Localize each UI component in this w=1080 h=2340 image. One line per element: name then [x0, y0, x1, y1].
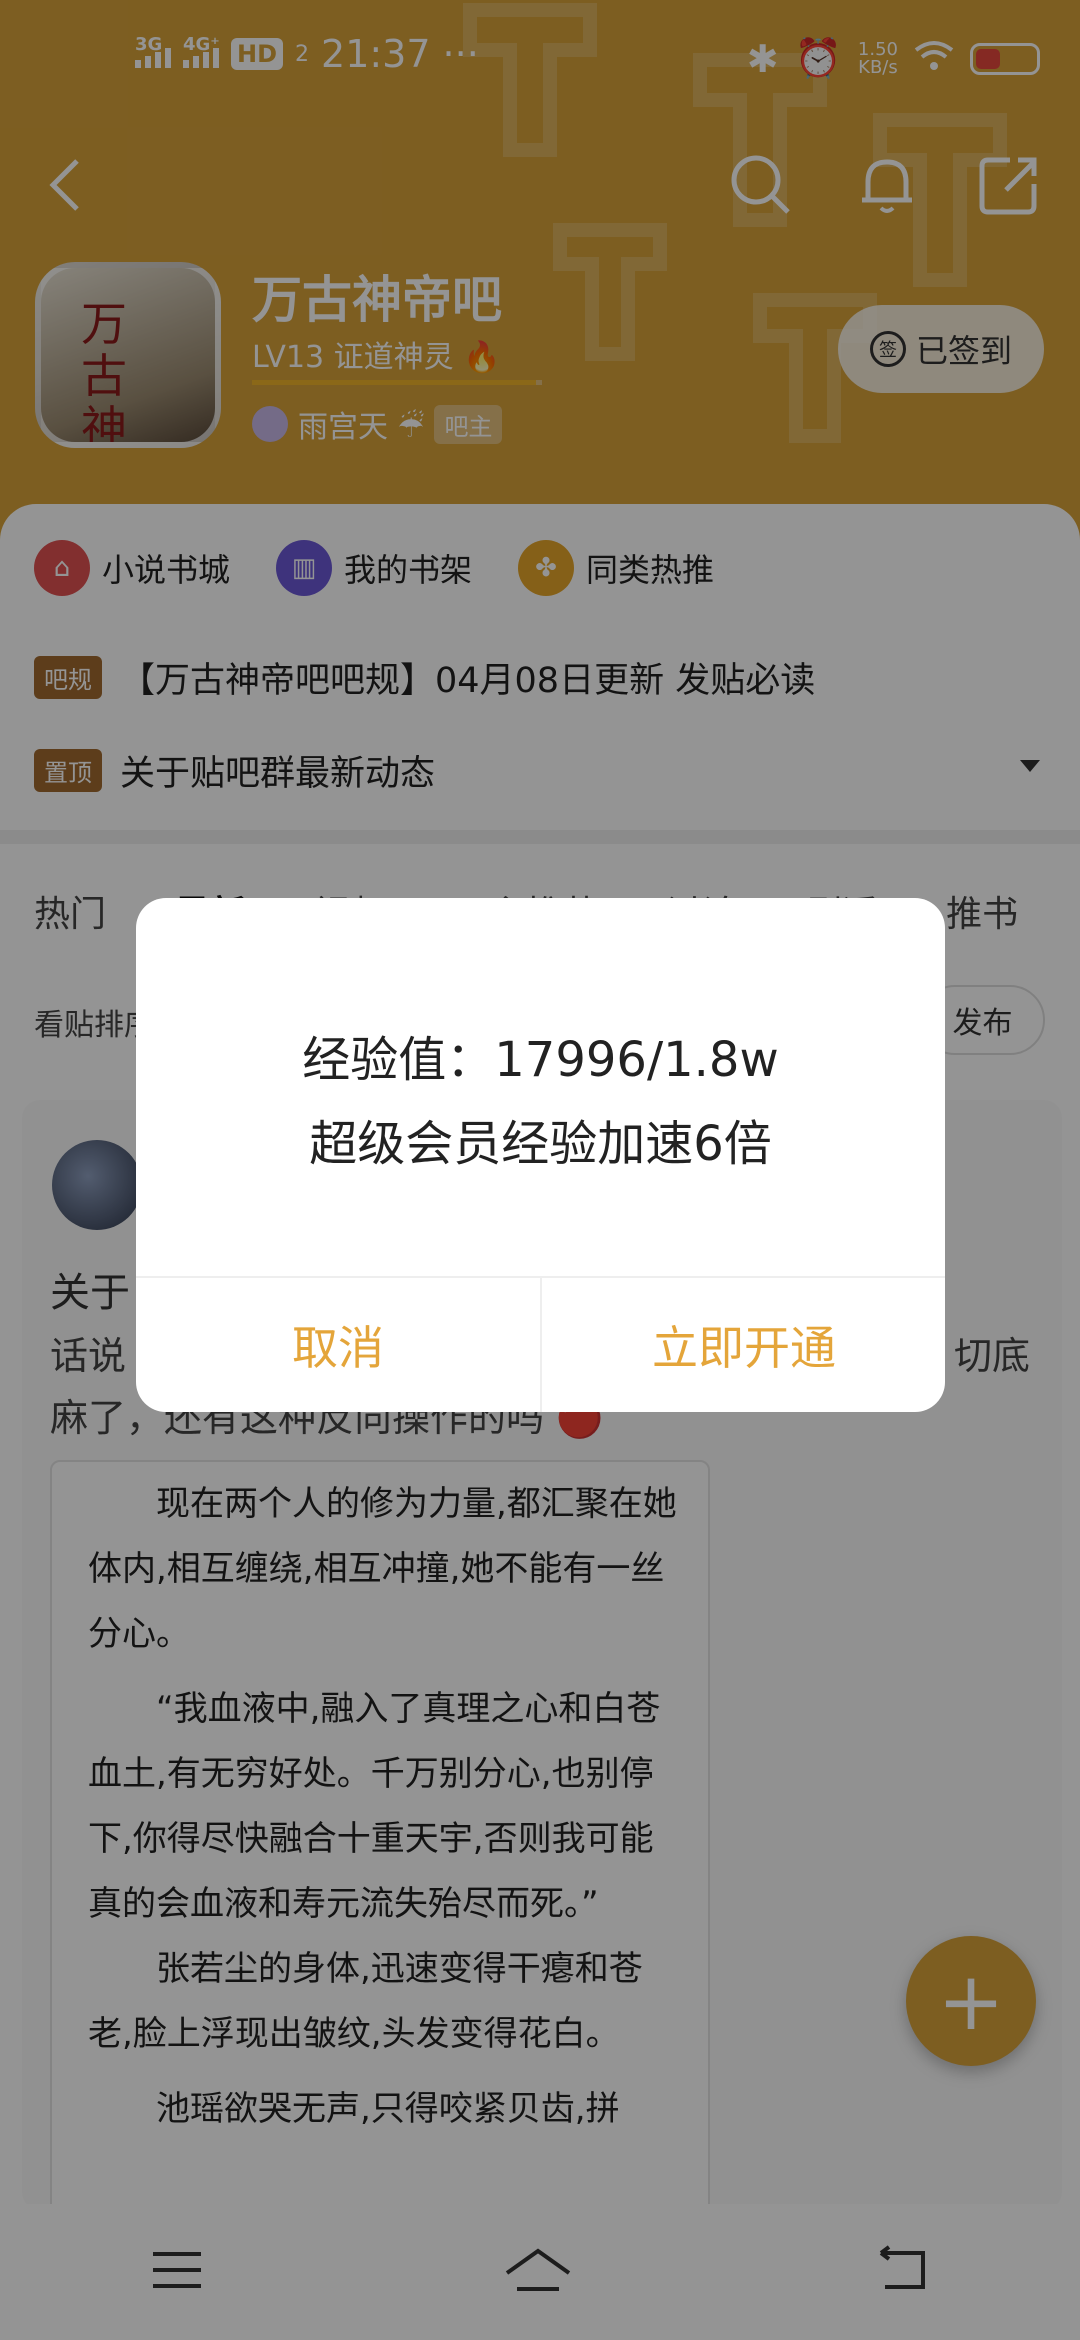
dialog-boost-line: 超级会员经验加速6倍 [309, 1116, 772, 1172]
dialog-exp-line: 经验值：17996/1.8w [302, 1032, 779, 1088]
activate-now-button[interactable]: 立即开通 [542, 1278, 945, 1412]
vip-upgrade-dialog: 经验值：17996/1.8w 超级会员经验加速6倍 取消 立即开通 [136, 898, 945, 1412]
cancel-button[interactable]: 取消 [136, 1278, 540, 1412]
dialog-message: 经验值：17996/1.8w 超级会员经验加速6倍 [136, 1018, 945, 1186]
